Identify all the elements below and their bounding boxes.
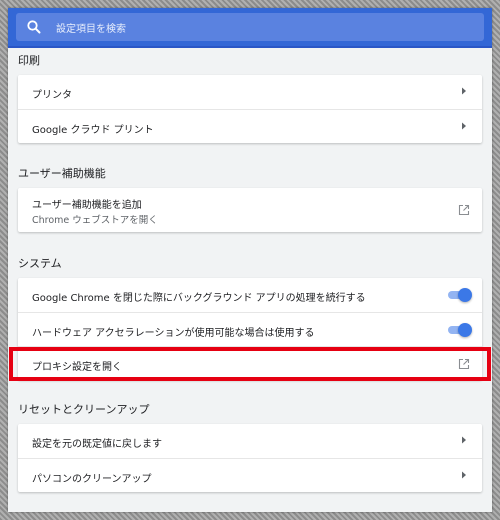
external-link-icon bbox=[458, 204, 470, 216]
background-apps-toggle[interactable] bbox=[448, 288, 472, 302]
row-printers[interactable]: プリンタ bbox=[18, 75, 482, 109]
row-cloud-print[interactable]: Google クラウド プリント bbox=[18, 109, 482, 143]
toggle-knob bbox=[458, 288, 472, 302]
chevron-right-icon bbox=[462, 87, 466, 95]
row-label: Google Chrome を閉じた際にバックグラウンド アプリの処理を続行する bbox=[32, 293, 366, 304]
row-sublabel: Chrome ウェブストアを開く bbox=[32, 215, 158, 226]
chevron-right-icon bbox=[462, 436, 466, 444]
search-icon bbox=[27, 20, 41, 34]
row-label: ハードウェア アクセラレーションが使用可能な場合は使用する bbox=[32, 328, 315, 339]
section-title-system: システム bbox=[18, 257, 62, 270]
row-add-accessibility[interactable]: ユーザー補助機能を追加 Chrome ウェブストアを開く bbox=[18, 188, 482, 232]
chevron-right-icon bbox=[462, 122, 466, 130]
row-label: プリンタ bbox=[32, 90, 72, 101]
row-background-apps[interactable]: Google Chrome を閉じた際にバックグラウンド アプリの処理を続行する bbox=[18, 278, 482, 312]
card-accessibility: ユーザー補助機能を追加 Chrome ウェブストアを開く bbox=[18, 188, 482, 232]
card-reset: 設定を元の既定値に戻します パソコンのクリーンアップ bbox=[18, 424, 482, 492]
toggle-knob bbox=[458, 323, 472, 337]
row-label: ユーザー補助機能を追加 bbox=[32, 200, 142, 211]
row-label: プロキシ設定を開く bbox=[32, 362, 122, 373]
row-cleanup[interactable]: パソコンのクリーンアップ bbox=[18, 458, 482, 492]
hardware-acceleration-toggle[interactable] bbox=[448, 323, 472, 337]
section-title-reset: リセットとクリーンアップ bbox=[18, 403, 150, 416]
card-print: プリンタ Google クラウド プリント bbox=[18, 75, 482, 143]
chevron-right-icon bbox=[462, 471, 466, 479]
card-system: Google Chrome を閉じた際にバックグラウンド アプリの処理を続行する… bbox=[18, 278, 482, 380]
row-hardware-acceleration[interactable]: ハードウェア アクセラレーションが使用可能な場合は使用する bbox=[18, 312, 482, 346]
row-label: 設定を元の既定値に戻します bbox=[32, 439, 162, 450]
search-input[interactable]: 設定項目を検索 bbox=[16, 13, 484, 41]
search-placeholder: 設定項目を検索 bbox=[56, 24, 126, 35]
row-label: パソコンのクリーンアップ bbox=[32, 474, 152, 485]
section-title-accessibility: ユーザー補助機能 bbox=[18, 167, 106, 180]
section-title-print: 印刷 bbox=[18, 54, 40, 67]
settings-window: 設定項目を検索 印刷 プリンタ Google クラウド プリント ユーザー補助機… bbox=[8, 8, 492, 512]
row-open-proxy-settings[interactable]: プロキシ設定を開く bbox=[18, 346, 482, 380]
row-reset-defaults[interactable]: 設定を元の既定値に戻します bbox=[18, 424, 482, 458]
row-label: Google クラウド プリント bbox=[32, 125, 154, 136]
header-bar: 設定項目を検索 bbox=[8, 8, 492, 48]
external-link-icon bbox=[458, 358, 470, 370]
